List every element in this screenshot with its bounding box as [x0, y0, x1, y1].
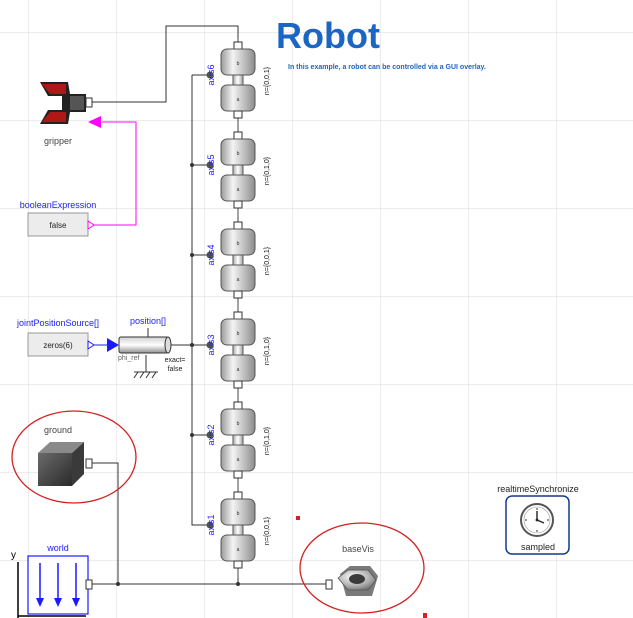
joint-n-vector-label: n={0,1,0}: [264, 156, 271, 185]
joint-frame-port[interactable]: [233, 470, 243, 479]
basevis-label: baseVis: [342, 544, 374, 554]
diagram-title: Robot: [276, 15, 380, 56]
joint-shaft: [232, 434, 244, 446]
joint-shaft: [232, 344, 244, 356]
clock-icon: [520, 503, 554, 537]
joint-port-letter: b: [237, 331, 240, 337]
joint-port-letter: b: [237, 511, 240, 517]
diagram-subtitle: In this example, a robot can be controll…: [288, 64, 486, 71]
world-label: world: [46, 543, 69, 553]
joint-n-vector-label: n={0,0,1}: [264, 246, 271, 275]
joint-axis-label: axis6: [206, 64, 216, 85]
joint-frame-port[interactable]: [233, 380, 243, 389]
joint-position-source-label: jointPositionSource[]: [16, 318, 99, 328]
joint-port-letter: b: [237, 241, 240, 247]
position-phi-ref: phi_ref: [118, 355, 139, 362]
joint-n-vector-label: n={0,0,1}: [264, 66, 271, 95]
joint-axis-label: axis5: [206, 154, 216, 175]
position-cylinder: [118, 336, 169, 354]
joint-axis-label: axis2: [206, 424, 216, 445]
joint-port-letter: b: [237, 421, 240, 427]
joint-port-letter: a: [237, 547, 240, 553]
joint-frame-port[interactable]: [233, 110, 243, 119]
ground-port[interactable]: [85, 458, 93, 469]
world-axis-y-label: y: [11, 550, 16, 561]
joint-port-letter: a: [237, 367, 240, 373]
joint-frame-port[interactable]: [233, 221, 243, 230]
boolean-expression-value: false: [50, 221, 67, 230]
joint-position-source-value: zeros(6): [43, 341, 73, 350]
joint-shaft: [232, 524, 244, 536]
joint-port-letter: a: [237, 187, 240, 193]
gripper-port[interactable]: [85, 97, 93, 108]
joint-shaft: [232, 254, 244, 266]
joint-frame-port[interactable]: [233, 401, 243, 410]
joint-port-letter: a: [237, 277, 240, 283]
joint-n-vector-label: n={0,0,1}: [264, 516, 271, 545]
joint-port-letter: a: [237, 457, 240, 463]
gripper-label: gripper: [44, 136, 72, 146]
joint-frame-port[interactable]: [233, 311, 243, 320]
joint-frame-port[interactable]: [233, 131, 243, 140]
boolean-expression-label: booleanExpression: [20, 200, 97, 210]
joint-n-vector-label: n={0,1,0}: [264, 336, 271, 365]
position-label: position[]: [130, 316, 166, 326]
joint-frame-port[interactable]: [233, 560, 243, 569]
joint-shaft: [232, 164, 244, 176]
realtime-label: realtimeSynchronize: [497, 484, 579, 494]
joint-frame-port[interactable]: [233, 290, 243, 299]
cube-icon: [38, 442, 84, 486]
boolean-expression-block[interactable]: booleanExpression false: [20, 200, 97, 237]
joint-frame-port[interactable]: [233, 491, 243, 500]
annotation-marker: [296, 516, 300, 520]
joint-axis-label: axis3: [206, 334, 216, 355]
joint-shaft: [232, 74, 244, 86]
joint-port-letter: a: [237, 97, 240, 103]
joint-axis-label: axis1: [206, 514, 216, 535]
position-exact-line1: exact=: [165, 357, 186, 364]
realtime-mode: sampled: [521, 542, 555, 552]
diagram-canvas: Robot In this example, a robot can be co…: [0, 0, 633, 618]
ground-label: ground: [44, 425, 72, 435]
joint-n-vector-label: n={0,1,0}: [264, 426, 271, 455]
world-port[interactable]: [85, 579, 93, 590]
joint-frame-port[interactable]: [233, 200, 243, 209]
joint-axis-label: axis4: [206, 244, 216, 265]
joint-port-letter: b: [237, 61, 240, 67]
joint-frame-port[interactable]: [233, 41, 243, 50]
joint-port-letter: b: [237, 151, 240, 157]
position-exact-line2: false: [168, 366, 183, 373]
basevis-port[interactable]: [325, 579, 333, 590]
annotation-marker: [423, 613, 427, 618]
